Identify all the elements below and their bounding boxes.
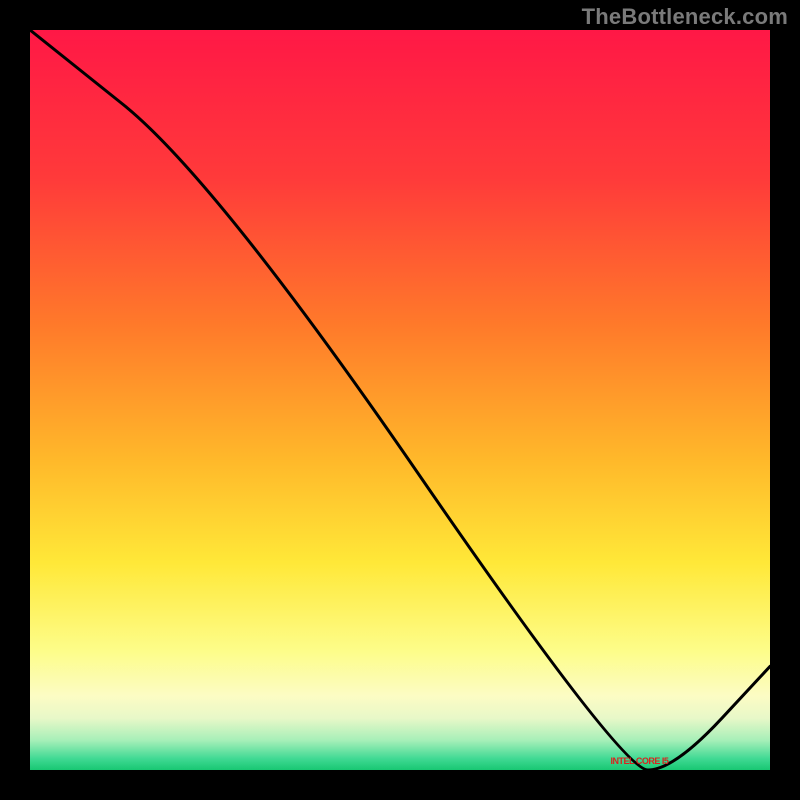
- bottleneck-curve: [30, 30, 770, 770]
- curve-layer: [30, 30, 770, 770]
- min-marker-label: INTEL CORE I5: [611, 756, 669, 766]
- attribution-text: TheBottleneck.com: [582, 4, 788, 30]
- plot-area: INTEL CORE I5: [30, 30, 770, 770]
- chart-container: TheBottleneck.com INTEL CORE I5: [0, 0, 800, 800]
